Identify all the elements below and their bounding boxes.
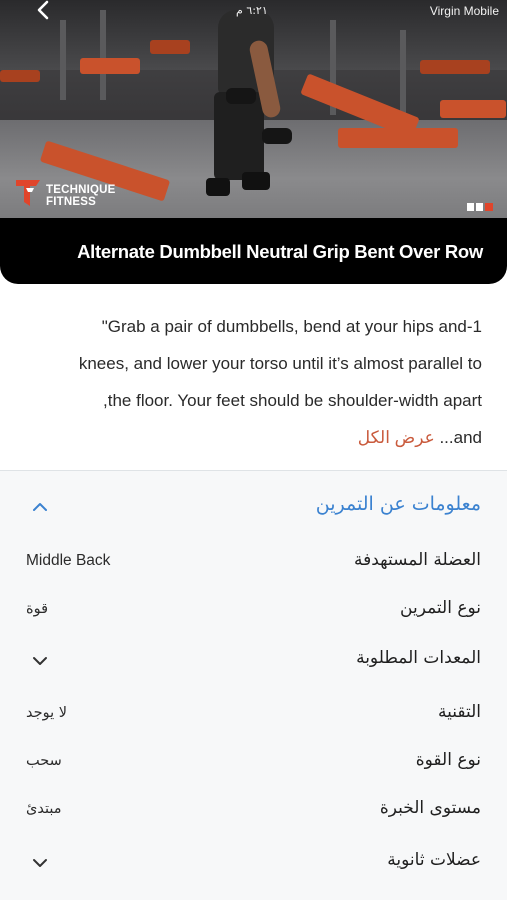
experience-level-label: مستوى الخبرة — [379, 798, 481, 818]
target-muscle-value: Middle Back — [26, 552, 111, 569]
athlete-figure — [206, 0, 286, 210]
experience-level-value: مبتدئ — [26, 801, 62, 817]
exercise-type-value: قوة — [26, 601, 49, 617]
info-row-technique: التقنية لا يوجد — [0, 691, 507, 741]
brand-line-2: FITNESS — [46, 196, 96, 208]
back-button[interactable] — [32, 0, 56, 22]
exercise-info-section: معلومات عن التمرين العضلة المستهدفة Midd… — [0, 471, 507, 900]
description-tail: ...and — [439, 428, 482, 447]
status-bar: ٦:٢١ م Virgin Mobile — [0, 0, 507, 22]
info-row-exercise-type: نوع التمرين قوة — [0, 587, 507, 637]
secondary-muscles-label: عضلات ثانوية — [387, 850, 481, 870]
dumbbell — [262, 128, 292, 144]
machine-frame — [400, 30, 406, 120]
technique-label: التقنية — [437, 702, 481, 722]
bench-pad — [420, 60, 490, 74]
bench-pad — [338, 128, 458, 148]
brand-mark-icon — [16, 180, 40, 206]
exercise-type-label: نوع التمرين — [400, 598, 481, 618]
info-row-target-muscle: العضلة المستهدفة Middle Back — [0, 539, 507, 589]
target-muscle-label: العضلة المستهدفة — [353, 550, 481, 570]
force-type-label: نوع القوة — [415, 750, 481, 770]
technique-fitness-logo: TECHNIQUE FITNESS — [14, 178, 134, 210]
chevron-up-icon[interactable] — [31, 501, 49, 513]
bench-pad — [150, 40, 190, 54]
info-row-force-type: نوع القوة سحب — [0, 739, 507, 789]
carrier-name: Virgin Mobile — [429, 4, 499, 18]
description-line-last: ...and عرض الكل — [24, 419, 482, 456]
exercise-info-title: معلومات عن التمرين — [315, 493, 481, 515]
exercise-video[interactable]: ٦:٢١ م Virgin Mobile TECHNIQUE FITNESS — [0, 0, 507, 218]
chevron-down-icon[interactable] — [31, 655, 49, 667]
chevron-down-icon[interactable] — [31, 857, 49, 869]
channel-logo-icon — [467, 203, 493, 211]
info-row-equipment[interactable]: المعدات المطلوبة — [0, 637, 507, 687]
description-line: knees, and lower your torso until it’s a… — [78, 354, 482, 373]
machine-frame — [60, 20, 66, 100]
status-time: ٦:٢١ م — [236, 4, 268, 17]
chevron-left-icon — [37, 0, 49, 20]
bench-pad — [0, 70, 40, 82]
description-line: the floor. Your feet should be shoulder-… — [103, 391, 482, 410]
technique-value: لا يوجد — [26, 705, 67, 721]
dumbbell — [226, 88, 256, 104]
description-line: Grab a pair of dumbbells, bend at your h… — [101, 317, 482, 336]
bench-pad — [80, 58, 140, 74]
force-type-value: سحب — [26, 753, 62, 769]
brand-line-1: TECHNIQUE — [46, 184, 116, 196]
info-row-secondary-muscles[interactable]: عضلات ثانوية — [0, 839, 507, 889]
machine-frame — [100, 10, 106, 100]
exercise-title-bar: Alternate Dumbbell Neutral Grip Bent Ove… — [0, 218, 507, 284]
exercise-description: Grab a pair of dumbbells, bend at your h… — [24, 308, 482, 456]
show-all-link[interactable]: عرض الكل — [358, 428, 435, 447]
exercise-title: Alternate Dumbbell Neutral Grip Bent Ove… — [77, 241, 483, 262]
info-row-experience-level: مستوى الخبرة مبتدئ — [0, 787, 507, 837]
exercise-info-header[interactable]: معلومات عن التمرين — [0, 471, 507, 539]
equipment-label: المعدات المطلوبة — [356, 648, 481, 668]
bench-pad — [440, 100, 506, 118]
